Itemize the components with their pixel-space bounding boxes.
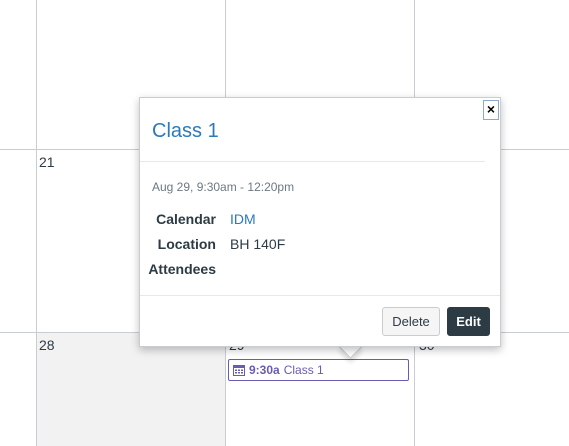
field-label-attendees: Attendees <box>148 261 216 277</box>
grid-line-v1 <box>36 0 37 446</box>
calendar-event-chip[interactable]: 9:30a Class 1 <box>228 359 409 381</box>
delete-button[interactable]: Delete <box>382 307 440 336</box>
field-value-location: BH 140F <box>230 236 286 252</box>
day-number-21[interactable]: 21 <box>39 154 55 170</box>
title-divider <box>140 161 485 162</box>
edit-button[interactable]: Edit <box>447 307 490 336</box>
close-icon[interactable]: × <box>483 100 499 120</box>
day-number-28[interactable]: 28 <box>39 337 55 353</box>
calendar-month-view: 21 28 29 30 9:30a Class 1 × Class 1 Aug … <box>0 0 569 446</box>
event-title: Class 1 <box>283 363 324 377</box>
day-cell-28-shading <box>37 333 225 446</box>
footer-divider <box>140 295 500 296</box>
event-title-heading[interactable]: Class 1 <box>152 120 219 143</box>
event-time: 9:30a <box>249 363 280 377</box>
field-value-calendar-link[interactable]: IDM <box>230 211 256 227</box>
field-label-calendar: Calendar <box>156 211 216 227</box>
event-date-range: Aug 29, 9:30am - 12:20pm <box>152 180 295 194</box>
calendar-icon <box>233 364 245 376</box>
field-label-location: Location <box>157 236 216 252</box>
event-details-popover: × Class 1 Aug 29, 9:30am - 12:20pm Calen… <box>139 97 501 347</box>
